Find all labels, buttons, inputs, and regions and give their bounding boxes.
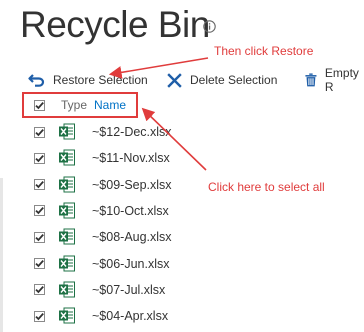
annotation-arrows (108, 57, 209, 171)
select-all-arrow (141, 107, 207, 171)
restore-arrow (108, 57, 209, 79)
